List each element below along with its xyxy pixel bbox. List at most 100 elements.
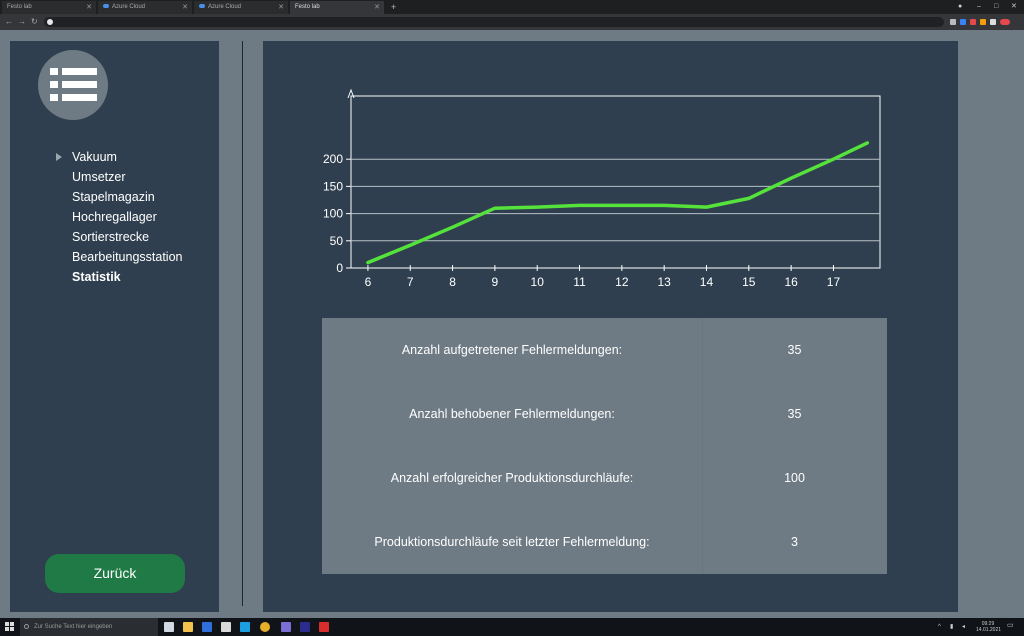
url-input[interactable] (44, 17, 944, 27)
plot-frame (350, 95, 881, 269)
cloud-icon (103, 4, 109, 9)
series-line (366, 141, 870, 265)
browser-tab[interactable]: Festo lab ✕ (2, 1, 96, 14)
file-explorer-icon[interactable] (183, 622, 193, 632)
sidebar-item-label: Vakuum (72, 150, 117, 164)
extension-icon[interactable] (970, 19, 976, 25)
forward-arrow-icon[interactable]: → (18, 17, 26, 27)
stat-label: Anzahl behobener Fehlermeldungen: (409, 407, 615, 421)
y-tick-label: 100 (323, 207, 343, 221)
stat-value: 100 (784, 471, 805, 485)
sidebar-item-hochregallager[interactable]: Hochregallager (72, 207, 183, 227)
x-tick-label: 11 (573, 275, 586, 286)
statistics-panel: 0 50 100 150 200 6 7 8 9 10 11 12 13 14 15 16 17 Anzahl … (263, 41, 958, 612)
taskbar-search-placeholder: Zur Suche Text hier eingeben (34, 624, 113, 630)
site-info-icon[interactable] (47, 19, 53, 25)
table-row: Anzahl behobener Fehlermeldungen: 35 (322, 382, 887, 446)
y-tick-label: 150 (323, 179, 343, 193)
y-tick-label: 0 (336, 261, 343, 275)
clock-date: 14.01.2021 (976, 627, 1002, 633)
x-tick-label: 15 (742, 275, 756, 286)
taskbar: Zur Suche Text hier eingeben ^ ▮ ◂ 09:29… (0, 618, 1024, 636)
acrobat-icon[interactable] (319, 622, 329, 632)
sidebar-item-statistik[interactable]: Statistik (72, 267, 183, 287)
sidebar-item-sortierstrecke[interactable]: Sortierstrecke (72, 227, 183, 247)
y-tick-label: 50 (330, 234, 344, 248)
close-tab-icon[interactable]: ✕ (278, 1, 284, 14)
windows-start-icon[interactable] (5, 622, 15, 632)
stat-label: Anzahl aufgetretener Fehlermeldungen: (401, 343, 623, 357)
close-tab-icon[interactable]: ✕ (182, 1, 188, 14)
browser-tab-active[interactable]: Festo lab ✕ (290, 1, 384, 14)
visual-studio-icon[interactable] (300, 622, 310, 632)
taskbar-search-input[interactable]: Zur Suche Text hier eingeben (20, 618, 158, 636)
star-icon[interactable] (950, 19, 956, 25)
sidebar-item-umsetzer[interactable]: Umsetzer (72, 167, 183, 187)
production-line-chart: 0 50 100 150 200 6 7 8 9 10 11 12 13 14 15 16 17 (323, 88, 881, 286)
statistics-table: Anzahl aufgetretener Fehlermeldungen: 35… (322, 318, 887, 574)
store-icon[interactable] (221, 622, 231, 632)
x-tick-label: 12 (615, 275, 629, 286)
browser-tab[interactable]: Azure Cloud ✕ (194, 1, 288, 14)
tab-title: Azure Cloud (208, 4, 242, 10)
tab-title: Azure Cloud (112, 4, 146, 10)
steam-icon[interactable] (240, 622, 250, 632)
sidebar-item-label: Statistik (72, 270, 121, 284)
x-tick-label: 14 (700, 275, 714, 286)
stat-value: 35 (787, 343, 802, 357)
teams-icon[interactable] (281, 622, 291, 632)
browser-tab-bar: Festo lab ✕ Azure Cloud ✕ Azure Cloud ✕ … (0, 0, 1024, 14)
close-tab-icon[interactable]: ✕ (374, 1, 380, 14)
x-tick-label: 17 (827, 275, 841, 286)
close-tab-icon[interactable]: ✕ (86, 1, 92, 14)
sidebar-item-bearbeitungsstation[interactable]: Bearbeitungsstation (72, 247, 183, 267)
volume-icon[interactable]: ◂ (962, 624, 965, 630)
table-row: Anzahl aufgetretener Fehlermeldungen: 35 (322, 318, 887, 382)
back-arrow-icon[interactable]: ← (5, 17, 13, 27)
stat-label: Produktionsdurchläufe seit letzter Fehle… (374, 535, 650, 549)
y-tick-label: 200 (323, 152, 343, 166)
notification-icon[interactable]: ▭ (1007, 622, 1014, 629)
sidebar: Vakuum Umsetzer Stapelmagazin Hochregall… (10, 41, 219, 612)
browser-tab[interactable]: Azure Cloud ✕ (98, 1, 192, 14)
clock[interactable]: 09:29 14.01.2021 (976, 621, 1002, 633)
new-tab-button[interactable]: + (391, 0, 396, 14)
x-tick-label: 8 (449, 275, 456, 286)
sidebar-item-label: Bearbeitungsstation (72, 250, 183, 264)
sidebar-nav: Vakuum Umsetzer Stapelmagazin Hochregall… (56, 147, 183, 287)
sidebar-item-label: Stapelmagazin (72, 190, 155, 204)
page-viewport: Vakuum Umsetzer Stapelmagazin Hochregall… (0, 30, 1024, 618)
profile-icon[interactable]: ● (958, 0, 962, 14)
sidebar-item-label: Sortierstrecke (72, 230, 150, 244)
sidebar-item-label: Hochregallager (72, 210, 157, 224)
search-icon (24, 624, 29, 629)
extension-icon[interactable] (960, 19, 966, 25)
maximize-button[interactable]: □ (994, 0, 998, 14)
x-tick-label: 7 (407, 275, 414, 286)
task-view-icon[interactable] (164, 622, 174, 632)
reload-icon[interactable]: ↻ (31, 17, 38, 27)
app-icon[interactable] (202, 622, 212, 632)
x-tick-label: 16 (784, 275, 798, 286)
minimize-button[interactable]: – (977, 0, 981, 14)
cloud-icon (199, 4, 205, 9)
caret-right-icon (56, 153, 62, 161)
extension-icon[interactable] (990, 19, 996, 25)
x-tick-label: 6 (365, 275, 372, 286)
back-button[interactable]: Zurück (45, 554, 185, 593)
list-icon[interactable] (38, 50, 108, 120)
avatar[interactable] (1000, 19, 1010, 25)
sidebar-item-vakuum[interactable]: Vakuum (56, 147, 183, 167)
stat-value: 35 (787, 407, 802, 421)
extension-icon[interactable] (980, 19, 986, 25)
close-window-button[interactable]: ✕ (1011, 0, 1017, 14)
table-row: Anzahl erfolgreicher Produktionsdurchläu… (322, 446, 887, 510)
address-bar: ← → ↻ (0, 14, 1024, 30)
x-tick-label: 10 (531, 275, 545, 286)
chrome-icon[interactable] (260, 622, 270, 632)
tray-chevron-icon[interactable]: ^ (938, 624, 941, 630)
tab-title: Festo lab (295, 4, 320, 10)
sidebar-item-stapelmagazin[interactable]: Stapelmagazin (72, 187, 183, 207)
network-icon[interactable]: ▮ (950, 624, 953, 630)
divider (242, 41, 243, 606)
